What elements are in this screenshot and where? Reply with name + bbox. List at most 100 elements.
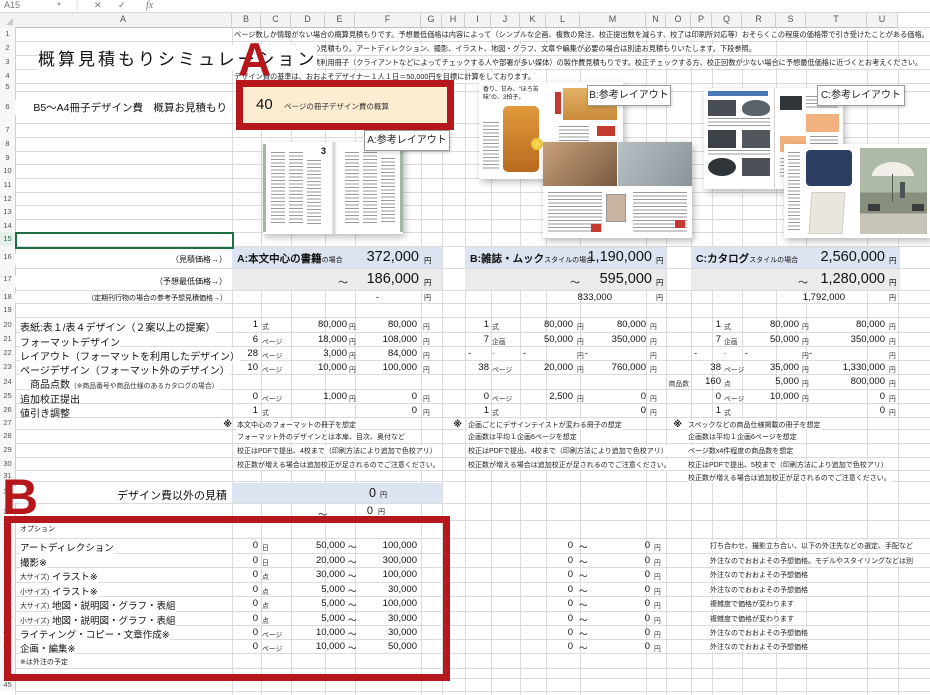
cell-qty[interactable]: 1 [232,319,258,330]
cell-mid-value2[interactable]: 0 [600,540,650,551]
row-header-19[interactable]: 19 [0,303,16,317]
cell-unit-price[interactable]: 2,500 [520,391,573,402]
ref-label-c[interactable]: C:参考レイアウト [817,85,905,106]
cell-total[interactable]: 350,000 [806,334,885,345]
cell-qty[interactable]: 10 [232,362,258,373]
cell-total[interactable]: 84,000 [357,348,417,359]
cell-unit-price[interactable]: 50,000 [742,334,799,345]
column-header-B[interactable]: B [232,12,261,28]
min-value[interactable]: 595,000 [520,271,652,287]
row-header-23[interactable]: 23 [0,360,16,374]
column-header-H[interactable]: H [442,12,465,28]
cell-unit-price[interactable]: 5,000 [742,376,799,387]
cell-unit[interactable]: 企画 [724,336,738,346]
cell-mid-value[interactable]: 0 [523,613,573,624]
cell-unit[interactable]: 式 [262,321,269,331]
row-header-9[interactable]: 9 [0,151,16,164]
row-header-12[interactable]: 12 [0,192,16,205]
cancel-icon[interactable]: ✕ [94,0,102,11]
cell-unit[interactable]: ページ [492,364,512,374]
column-header-N[interactable]: N [646,12,666,28]
cell-mid-value2[interactable]: 0 [600,555,650,566]
cell-qty[interactable]: 38 [691,362,721,373]
cell-unit[interactable]: ページ [492,393,512,403]
cell-unit[interactable]: 式 [724,407,731,417]
row-header-2[interactable]: 2 [0,41,16,55]
cell-total[interactable]: 100,000 [357,362,417,373]
cell-unit-price[interactable]: 18,000 [291,334,347,345]
cell-total[interactable]: 80,000 [806,319,885,330]
cell-mid-value[interactable]: 0 [523,627,573,638]
cell-mid-value2[interactable]: 0 [600,627,650,638]
row-header-16[interactable]: 16 [0,246,16,268]
ref-label-b[interactable]: B:参考レイアウト [587,85,671,106]
row-header-21[interactable]: 21 [0,332,16,346]
row-header-17[interactable]: 17 [0,268,16,290]
row-header-1[interactable]: 1 [0,27,16,41]
cell-mid-value2[interactable]: 0 [600,584,650,595]
cell-total[interactable]: 108,000 [357,334,417,345]
cell-unit[interactable]: ページ [262,336,282,346]
row-header-24[interactable]: 24 [0,374,16,389]
row-header-22[interactable]: 22 [0,346,16,360]
reference-image-dance-magazine[interactable] [543,142,692,238]
row-header-8[interactable]: 8 [0,137,16,151]
column-header-T[interactable]: T [806,12,867,28]
cell-unit[interactable]: 式 [724,321,731,331]
cell-total[interactable]: - [806,348,888,359]
cell-unit-price[interactable]: 10,000 [742,391,799,402]
cell-qty[interactable]: 7 [465,334,489,345]
cell-qty[interactable]: 1 [691,405,721,416]
row-header-28[interactable]: 28 [0,429,16,443]
row-header-25[interactable]: 25 [0,389,16,403]
row-header-4[interactable]: 4 [0,69,16,83]
ref-label-a[interactable]: A:参考レイアウト [364,130,450,151]
cell-unit[interactable]: ページ [262,350,282,360]
min-value[interactable]: 1,280,000 [742,271,885,287]
cell-qty[interactable]: 0 [465,391,489,402]
estimate-value[interactable]: 372,000 [291,249,419,265]
cell-total[interactable]: 350,000 [582,334,646,345]
cell-mid-value[interactable]: 0 [523,540,573,551]
name-box-dropdown-icon[interactable]: ▼ [56,2,62,8]
cell-unit-price[interactable]: 35,000 [742,362,799,373]
cell-unit-price[interactable]: 1,000 [291,391,347,402]
row-header-20[interactable]: 20 [0,317,16,332]
cell-qty[interactable]: - [691,348,724,359]
periodical-value[interactable]: 833,000 [520,292,612,303]
cell-unit[interactable]: - [492,350,494,357]
cell-unit-price[interactable]: 10,000 [291,362,347,373]
column-header-Q[interactable]: Q [712,12,742,28]
row-header-3[interactable]: 3 [0,55,16,69]
cell-total[interactable]: 760,000 [582,362,646,373]
column-header-S[interactable]: S [776,12,806,28]
cell-unit-price[interactable]: 20,000 [520,362,573,373]
periodical-value[interactable]: - [291,292,379,303]
cell-qty[interactable]: 160 [691,376,721,387]
selected-cell-a15[interactable] [15,232,234,249]
cell-qty[interactable]: 6 [232,334,258,345]
column-header-G[interactable]: G [421,12,442,28]
cell-unit[interactable]: 企画 [492,336,506,346]
cell-total[interactable]: 0 [582,391,646,402]
column-header-O[interactable]: O [666,12,691,28]
reference-image-book[interactable]: 3 [263,142,403,234]
column-header-K[interactable]: K [520,12,546,28]
cell-mid-value[interactable]: 0 [523,641,573,652]
select-all-corner[interactable] [0,12,16,28]
column-header-I[interactable]: I [465,12,491,28]
cell-mid-value2[interactable]: 0 [600,569,650,580]
name-box[interactable]: A15 [4,0,20,10]
cell-qty[interactable]: 7 [691,334,721,345]
cell-mid-value2[interactable]: 0 [600,613,650,624]
column-header-A[interactable]: A [15,12,232,28]
cell-qty[interactable]: 1 [465,319,489,330]
cell-mid-value[interactable]: 0 [523,555,573,566]
other-estimate-value[interactable]: 0 [291,486,376,500]
min-value[interactable]: 186,000 [291,271,419,287]
cell-unit-price[interactable]: 80,000 [520,319,573,330]
cell-total[interactable]: 800,000 [806,376,885,387]
row-header-5[interactable]: 5 [0,83,16,91]
cell-unit[interactable]: 式 [262,407,269,417]
cell-total[interactable]: 0 [806,391,885,402]
